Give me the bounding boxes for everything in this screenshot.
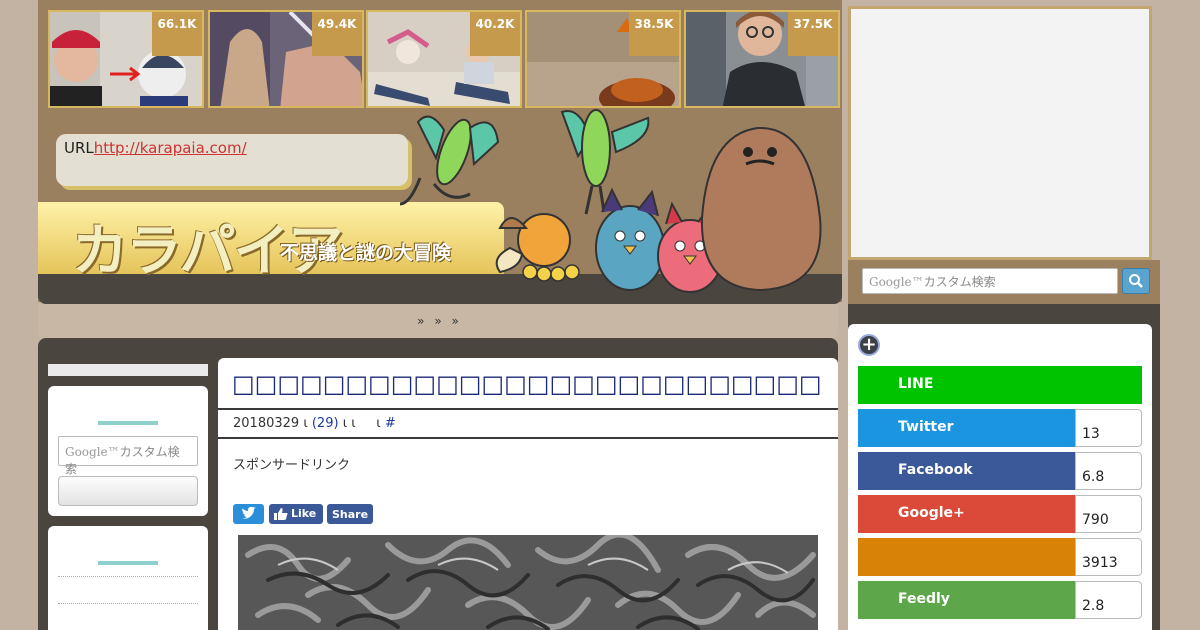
popular-thumb-3[interactable]: 40.2K	[366, 10, 522, 108]
left-sidebar-header	[48, 364, 208, 376]
view-count-badge: 49.4K	[312, 12, 362, 56]
share-label: Share	[331, 508, 369, 521]
widget-divider	[98, 421, 158, 425]
twitter-share-button[interactable]: Twitter	[858, 409, 1075, 447]
thumbs-up-icon	[274, 508, 288, 520]
share-label: LINE	[898, 376, 934, 392]
feedly-share-count: 2.8	[1075, 581, 1142, 619]
title-divider	[218, 408, 838, 410]
popular-thumb-2[interactable]: 49.4K	[208, 10, 364, 108]
twitter-share-count: 13	[1075, 409, 1142, 447]
site-url-box: URLhttp://karapaia.com/	[56, 134, 408, 186]
hatena-share-button[interactable]	[858, 538, 1075, 576]
article-title[interactable]: □□□□□□□□□□□□□□□□□□□□□□□□□□□□□□□□□□□□□□□□…	[232, 370, 822, 398]
meta-separator: ι	[376, 416, 381, 431]
view-count-badge: 40.2K	[470, 12, 520, 56]
search-button[interactable]	[1122, 268, 1150, 294]
widget-divider	[98, 561, 158, 565]
meta-separator: ι	[303, 416, 308, 431]
google-logo: Google™	[65, 445, 120, 459]
view-count-badge: 66.1K	[152, 12, 202, 56]
facebook-share-button[interactable]: Facebook	[858, 452, 1075, 490]
article-image	[238, 535, 818, 630]
sponsored-link-label: スポンサードリンク	[233, 458, 351, 473]
article-photo	[238, 535, 818, 630]
article-meta: 20180329 ι (29) ι ι ι #	[233, 416, 396, 431]
header-search-input[interactable]: Google™カスタム検索	[862, 268, 1118, 294]
list-divider	[58, 603, 198, 604]
meta-separator: ι ι	[342, 416, 356, 431]
ad-slot	[848, 6, 1152, 260]
article-date: 20180329	[233, 416, 300, 431]
google-logo: Google™	[869, 275, 924, 289]
site-url-link[interactable]: http://karapaia.com/	[94, 139, 247, 157]
share-label: Google+	[898, 505, 965, 521]
search-icon	[1129, 274, 1143, 288]
twitter-bird-icon	[242, 506, 256, 519]
feedly-share-button[interactable]: Feedly	[858, 581, 1075, 619]
tweet-button[interactable]	[233, 504, 264, 524]
popular-thumb-5[interactable]: 37.5K	[684, 10, 840, 108]
meta-divider	[218, 437, 838, 439]
view-count-badge: 37.5K	[788, 12, 838, 56]
sidebar-search-input[interactable]: Google™カスタム検索	[58, 436, 198, 476]
sidebar-search-button[interactable]	[58, 476, 198, 506]
share-label: Twitter	[898, 419, 954, 435]
facebook-like-button[interactable]: Like	[269, 504, 323, 524]
facebook-share-button-small[interactable]: Share	[327, 504, 373, 524]
list-divider	[58, 576, 198, 577]
tag-link[interactable]: #	[385, 416, 396, 431]
share-label: Facebook	[898, 462, 973, 478]
nav-breadcrumb[interactable]: » » »	[417, 314, 459, 328]
comment-count[interactable]: (29)	[312, 416, 339, 431]
line-share-button[interactable]: LINE	[858, 366, 1142, 404]
like-label: Like	[291, 507, 317, 520]
search-placeholder: カスタム検索	[923, 275, 996, 289]
url-label: URL	[64, 139, 94, 157]
nav-bar[interactable]: » » »	[38, 304, 838, 338]
popular-thumb-4[interactable]: 38.5K	[525, 10, 681, 108]
hatena-share-count: 3913	[1075, 538, 1142, 576]
view-count-badge: 38.5K	[629, 12, 679, 56]
left-widget	[48, 526, 208, 630]
googleplus-share-button[interactable]: Google+	[858, 495, 1075, 533]
facebook-share-count: 6.8	[1075, 452, 1142, 490]
googleplus-share-count: 790	[1075, 495, 1142, 533]
popular-thumb-1[interactable]: 66.1K	[48, 10, 204, 108]
share-label: Feedly	[898, 591, 950, 607]
plus-icon[interactable]: +	[858, 334, 880, 356]
mascot-illustration	[399, 109, 822, 293]
